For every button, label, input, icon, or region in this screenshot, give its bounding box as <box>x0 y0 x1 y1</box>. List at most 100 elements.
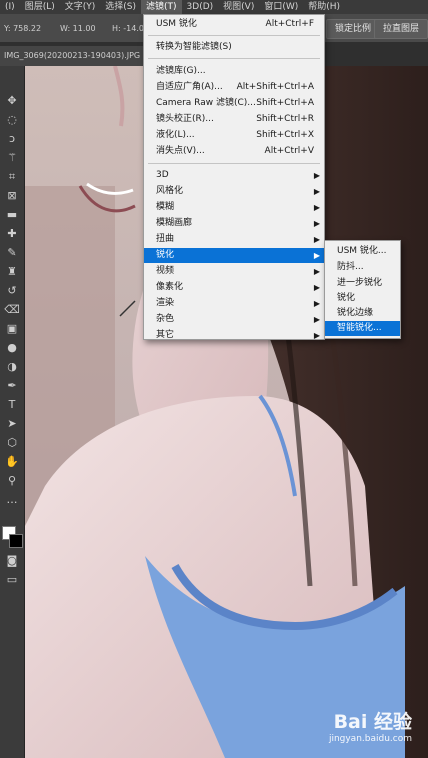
frame-tool-icon[interactable]: ⊠ <box>4 189 20 203</box>
pen-tool-icon[interactable]: ✒ <box>4 379 20 393</box>
stamp-tool-icon[interactable]: ♜ <box>4 265 20 279</box>
tools-panel: ✥ ◌ ↄ ⚚ ⌗ ⊠ ▬ ✚ ✎ ♜ ↺ ⌫ ▣ ● ◑ ✒ T ➤ ⬡ ✋ … <box>0 66 25 758</box>
menu-item-lens-correction[interactable]: 镜头校正(R)... Shift+Ctrl+R <box>144 112 324 127</box>
crop-tool-icon[interactable]: ⌗ <box>4 170 20 184</box>
menu-item-label: 杂色 <box>156 314 175 324</box>
type-tool-icon[interactable]: T <box>4 398 20 412</box>
menu-separator <box>148 163 320 164</box>
menu-window[interactable]: 窗口(W) <box>259 0 303 14</box>
submenu-item-label: 智能锐化... <box>337 323 382 333</box>
zoom-tool-icon[interactable]: ⚲ <box>4 474 20 488</box>
shape-tool-icon[interactable]: ⬡ <box>4 436 20 450</box>
healing-brush-icon[interactable]: ✚ <box>4 227 20 241</box>
submenu-arrow-icon: ▶ <box>313 235 320 244</box>
y-readout: Y: 758.22 <box>4 24 42 33</box>
menu-type[interactable]: 文字(Y) <box>60 0 101 14</box>
menu-item-noise[interactable]: 杂色 ▶ <box>144 312 324 327</box>
menu-item-blur[interactable]: 模糊 ▶ <box>144 200 324 215</box>
more-tools-icon[interactable]: … <box>4 493 20 507</box>
dodge-tool-icon[interactable]: ◑ <box>4 360 20 374</box>
menu-item-vanishing-point[interactable]: 消失点(V)... Alt+Ctrl+V <box>144 144 324 159</box>
hand-tool-icon[interactable]: ✋ <box>4 455 20 469</box>
lasso-tool-icon[interactable]: ↄ <box>4 132 20 146</box>
quick-mask-icon[interactable]: ◙ <box>4 554 20 568</box>
submenu-arrow-icon: ▶ <box>313 219 320 228</box>
menu-3d[interactable]: 3D(D) <box>182 0 219 14</box>
menu-item-adaptive-wide-angle[interactable]: 自适应广角(A)... Alt+Shift+Ctrl+A <box>144 80 324 95</box>
submenu-arrow-icon: ▶ <box>313 331 320 340</box>
menu-item-label: 模糊画廊 <box>156 218 193 228</box>
submenu-arrow-icon: ▶ <box>313 283 320 292</box>
watermark-brand: Bai 经验 <box>333 711 412 733</box>
submenu-item-sharpen-edges[interactable]: 锐化边缘 <box>325 306 400 321</box>
menu-item-3d[interactable]: 3D ▶ <box>144 168 324 183</box>
submenu-arrow-icon: ▶ <box>313 203 320 212</box>
menu-item-label: 转换为智能滤镜(S) <box>156 42 232 52</box>
menu-item-stylize[interactable]: 风格化 ▶ <box>144 184 324 199</box>
submenu-item-label: 进一步锐化 <box>337 278 383 288</box>
menu-view[interactable]: 视图(V) <box>218 0 259 14</box>
submenu-item-sharpen[interactable]: 锐化 <box>325 291 400 306</box>
brush-tool-icon[interactable]: ✎ <box>4 246 20 260</box>
menu-item-sharpen[interactable]: 锐化 ▶ <box>144 248 324 263</box>
blur-tool-icon[interactable]: ● <box>4 341 20 355</box>
submenu-item-label: 防抖... <box>337 262 364 272</box>
menu-item-shortcut: Alt+Shift+Ctrl+A <box>236 82 314 92</box>
menu-layer[interactable]: 图层(L) <box>20 0 60 14</box>
menu-item-label: 模糊 <box>156 202 175 212</box>
menu-item-camera-raw[interactable]: Camera Raw 滤镜(C)... Shift+Ctrl+A <box>144 96 324 111</box>
ruler-tool-icon[interactable]: ▬ <box>4 208 20 222</box>
submenu-item-label: 锐化边缘 <box>337 308 374 318</box>
eraser-tool-icon[interactable]: ⌫ <box>4 303 20 317</box>
menu-item-label: 滤镜库(G)... <box>156 66 206 76</box>
menu-select[interactable]: 选择(S) <box>100 0 141 14</box>
menu-item-shortcut: Alt+Ctrl+F <box>265 19 314 29</box>
submenu-item-unsharp-mask[interactable]: USM 锐化... <box>325 244 400 259</box>
menu-item-label: Camera Raw 滤镜(C)... <box>156 98 256 108</box>
menu-item-label: 风格化 <box>156 186 184 196</box>
menu-item-label: 其它 <box>156 330 175 340</box>
submenu-item-smart-sharpen[interactable]: 智能锐化... <box>325 321 400 336</box>
menu-item-convert-smart-filter[interactable]: 转换为智能滤镜(S) <box>144 40 324 55</box>
menu-item-pixelate[interactable]: 像素化 ▶ <box>144 280 324 295</box>
submenu-arrow-icon: ▶ <box>313 171 320 180</box>
sharpen-submenu: USM 锐化... 防抖... 进一步锐化 锐化 锐化边缘 智能锐化... <box>324 240 401 339</box>
menu-item-shortcut: Shift+Ctrl+X <box>256 130 314 140</box>
straighten-layer-button[interactable]: 拉直图层 <box>374 19 428 39</box>
menu-item-render[interactable]: 渲染 ▶ <box>144 296 324 311</box>
menu-item-blur-gallery[interactable]: 模糊画廊 ▶ <box>144 216 324 231</box>
submenu-item-sharpen-more[interactable]: 进一步锐化 <box>325 276 400 291</box>
menu-item-distort[interactable]: 扭曲 ▶ <box>144 232 324 247</box>
menu-item-label: 镜头校正(R)... <box>156 114 214 124</box>
menu-item-filter-gallery[interactable]: 滤镜库(G)... <box>144 64 324 79</box>
menu-filter[interactable]: 滤镜(T) <box>141 0 182 14</box>
menu-item-other[interactable]: 其它 ▶ <box>144 328 324 343</box>
menu-image[interactable]: (I) <box>0 0 20 14</box>
menu-item-label: USM 锐化 <box>156 19 197 29</box>
submenu-item-shake-reduction[interactable]: 防抖... <box>325 260 400 275</box>
screen-mode-icon[interactable]: ▭ <box>4 573 20 587</box>
menu-item-video[interactable]: 视频 ▶ <box>144 264 324 279</box>
submenu-arrow-icon: ▶ <box>313 187 320 196</box>
w-readout: W: 11.00 <box>60 24 96 33</box>
menu-item-last-filter[interactable]: USM 锐化 Alt+Ctrl+F <box>144 17 324 32</box>
lock-ratio-button[interactable]: 锁定比例 <box>326 19 381 39</box>
menu-item-label: 自适应广角(A)... <box>156 82 223 92</box>
document-tab[interactable]: IMG_3069(20200213-190403).JPG <box>0 46 144 66</box>
menu-item-label: 锐化 <box>156 250 175 260</box>
move-tool-icon[interactable]: ✥ <box>4 94 20 108</box>
background-color-swatch[interactable] <box>9 534 23 548</box>
menu-item-liquify[interactable]: 液化(L)... Shift+Ctrl+X <box>144 128 324 143</box>
history-brush-icon[interactable]: ↺ <box>4 284 20 298</box>
submenu-arrow-icon: ▶ <box>313 299 320 308</box>
magic-wand-tool-icon[interactable]: ⚚ <box>4 151 20 165</box>
gradient-tool-icon[interactable]: ▣ <box>4 322 20 336</box>
submenu-arrow-icon: ▶ <box>313 251 320 260</box>
menu-help[interactable]: 帮助(H) <box>303 0 345 14</box>
menubar: (I) 图层(L) 文字(Y) 选择(S) 滤镜(T) 3D(D) 视图(V) … <box>0 0 428 14</box>
menu-separator <box>148 35 320 36</box>
path-select-tool-icon[interactable]: ➤ <box>4 417 20 431</box>
marquee-tool-icon[interactable]: ◌ <box>4 113 20 127</box>
submenu-arrow-icon: ▶ <box>313 267 320 276</box>
menu-item-label: 扭曲 <box>156 234 175 244</box>
